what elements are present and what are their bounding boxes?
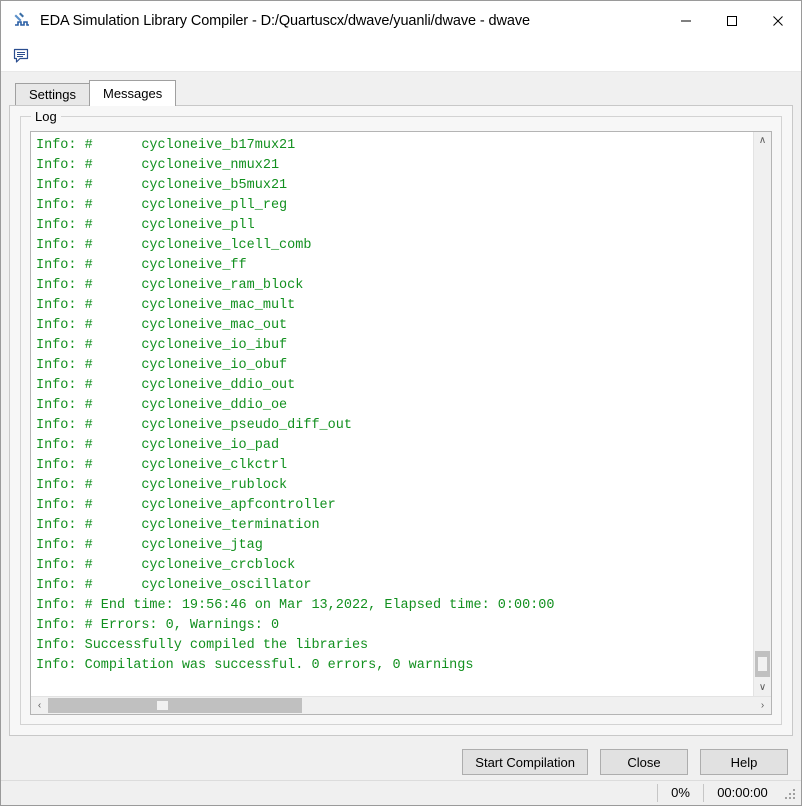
log-line: Info: # cycloneive_termination — [36, 518, 320, 533]
application-window: EDA Simulation Library Compiler - D:/Qua… — [0, 0, 802, 806]
log-line: Info: # cycloneive_pll_reg — [36, 198, 288, 213]
log-line: Info: # cycloneive_apfcontroller — [36, 498, 336, 513]
scroll-up-glyph: ∧ — [758, 134, 767, 146]
start-compilation-button[interactable]: Start Compilation — [462, 749, 588, 775]
log-line: Info: # cycloneive_oscillator — [36, 578, 312, 593]
log-line: Info: # cycloneive_mac_mult — [36, 298, 296, 313]
log-vertical-scrollbar[interactable]: ∧ ∨ — [753, 132, 771, 696]
horizontal-scroll-thumb[interactable] — [48, 698, 303, 713]
log-line: Info: Compilation was successful. 0 erro… — [36, 658, 474, 673]
hammer-waveform-icon — [12, 11, 32, 31]
log-line: Info: # cycloneive_crcblock — [36, 558, 296, 573]
dialog-body: Settings Messages Log Info: # cycloneive… — [1, 72, 801, 744]
close-button[interactable] — [755, 1, 801, 41]
log-line: Info: # cycloneive_ddio_out — [36, 378, 296, 393]
scroll-down-arrow-icon[interactable]: ∨ — [754, 679, 771, 696]
elapsed-time: 00:00:00 — [703, 784, 781, 802]
minimize-button[interactable] — [663, 1, 709, 41]
tab-panel-messages: Log Info: # cycloneive_b17mux21 Info: # c… — [9, 105, 793, 736]
close-icon — [773, 16, 783, 26]
log-line: Info: # cycloneive_io_obuf — [36, 358, 288, 373]
dialog-button-row: Start Compilation Close Help — [1, 744, 801, 780]
log-line: Info: # cycloneive_clkctrl — [36, 458, 288, 473]
log-line: Info: # cycloneive_b5mux21 — [36, 178, 288, 193]
progress-percent: 0% — [657, 784, 703, 802]
log-line: Info: # End time: 19:56:46 on Mar 13,202… — [36, 598, 555, 613]
log-line: Info: # cycloneive_lcell_comb — [36, 238, 312, 253]
tab-messages[interactable]: Messages — [88, 80, 177, 106]
tab-settings[interactable]: Settings — [15, 83, 90, 105]
resize-grip-icon[interactable] — [784, 786, 798, 800]
vertical-scroll-thumb[interactable] — [755, 651, 770, 677]
scroll-right-arrow-icon[interactable]: › — [754, 697, 771, 714]
scroll-left-arrow-icon[interactable]: ‹ — [31, 697, 48, 714]
scroll-right-glyph: › — [760, 699, 765, 711]
window-title: EDA Simulation Library Compiler - D:/Qua… — [40, 13, 530, 29]
log-line: Info: # cycloneive_ddio_oe — [36, 398, 288, 413]
maximize-icon — [727, 16, 737, 26]
tab-bar: Settings Messages — [15, 80, 793, 106]
log-line: Info: Successfully compiled the librarie… — [36, 638, 369, 653]
close-button-dialog[interactable]: Close — [600, 749, 688, 775]
log-textarea-wrapper: Info: # cycloneive_b17mux21 Info: # cyclo… — [30, 131, 772, 715]
help-button[interactable]: Help — [700, 749, 788, 775]
vertical-scroll-track[interactable] — [754, 149, 771, 679]
scroll-down-glyph: ∨ — [758, 681, 767, 693]
maximize-button[interactable] — [709, 1, 755, 41]
log-textarea[interactable]: Info: # cycloneive_b17mux21 Info: # cyclo… — [31, 132, 753, 696]
log-horizontal-scrollbar[interactable]: ‹ › — [31, 696, 771, 714]
window-controls — [663, 1, 801, 41]
log-line: Info: # cycloneive_nmux21 — [36, 158, 280, 173]
log-line: Info: # cycloneive_jtag — [36, 538, 263, 553]
scroll-left-glyph: ‹ — [37, 699, 42, 711]
scroll-up-arrow-icon[interactable]: ∧ — [754, 132, 771, 149]
log-groupbox: Log Info: # cycloneive_b17mux21 Info: # c… — [20, 109, 782, 725]
log-line: Info: # cycloneive_io_pad — [36, 438, 280, 453]
log-line: Info: # cycloneive_pseudo_diff_out — [36, 418, 352, 433]
log-line: Info: # cycloneive_ff — [36, 258, 247, 273]
tool-strip — [1, 41, 801, 72]
log-line: Info: # cycloneive_pll — [36, 218, 255, 233]
log-groupbox-label: Log — [31, 109, 61, 124]
log-line: Info: # cycloneive_mac_out — [36, 318, 288, 333]
minimize-icon — [681, 20, 691, 22]
horizontal-scroll-track[interactable] — [48, 697, 754, 714]
message-bubble-icon[interactable] — [10, 45, 32, 67]
log-line: Info: # cycloneive_ram_block — [36, 278, 304, 293]
log-line: Info: # cycloneive_rublock — [36, 478, 288, 493]
log-line: Info: # Errors: 0, Warnings: 0 — [36, 618, 280, 633]
log-line: Info: # cycloneive_io_ibuf — [36, 338, 288, 353]
log-line: Info: # cycloneive_b17mux21 — [36, 138, 296, 153]
title-bar: EDA Simulation Library Compiler - D:/Qua… — [1, 1, 801, 41]
status-bar: 0% 00:00:00 — [1, 780, 801, 805]
